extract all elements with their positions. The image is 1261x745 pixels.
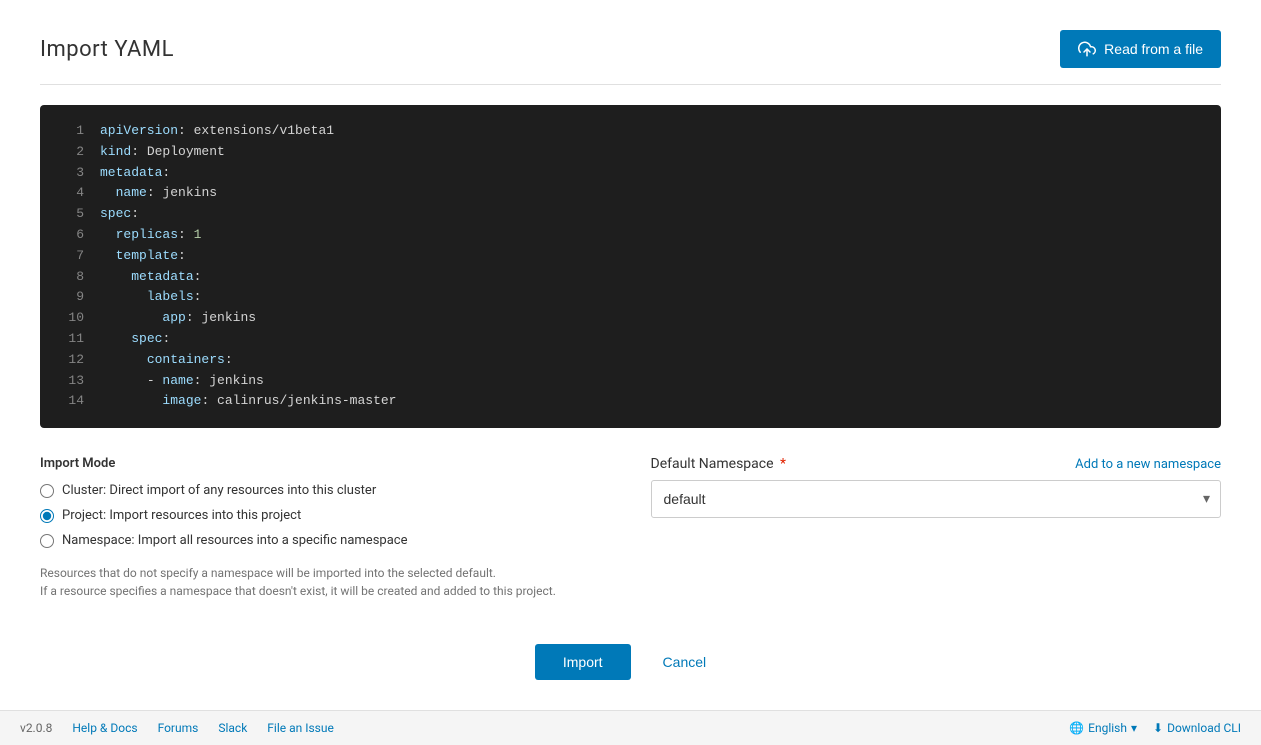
radio-option-project[interactable]: Project: Import resources into this proj… xyxy=(40,508,611,523)
line-number: 2 xyxy=(56,142,84,163)
namespace-section: Default Namespace * Add to a new namespa… xyxy=(651,456,1222,518)
line-number: 7 xyxy=(56,246,84,267)
main-content: Import YAML Read from a file 1 apiVersio… xyxy=(0,0,1261,710)
import-mode-radio-group: Cluster: Direct import of any resources … xyxy=(40,483,611,548)
line-number: 6 xyxy=(56,225,84,246)
code-line-3: 3 metadata: xyxy=(40,163,1221,184)
footer-link-issue[interactable]: File an Issue xyxy=(267,721,334,735)
code-line-2: 2 kind: Deployment xyxy=(40,142,1221,163)
radio-project[interactable] xyxy=(40,509,54,523)
footer-left: v2.0.8 Help & Docs Forums Slack File an … xyxy=(20,721,334,735)
code-line-7: 7 template: xyxy=(40,246,1221,267)
line-number: 12 xyxy=(56,350,84,371)
line-number: 10 xyxy=(56,308,84,329)
namespace-header: Default Namespace * Add to a new namespa… xyxy=(651,456,1222,472)
import-button[interactable]: Import xyxy=(535,644,631,680)
footer-link-slack[interactable]: Slack xyxy=(218,721,247,735)
radio-option-cluster[interactable]: Cluster: Direct import of any resources … xyxy=(40,483,611,498)
line-number: 13 xyxy=(56,371,84,392)
line-number: 3 xyxy=(56,163,84,184)
radio-cluster-label: Cluster: Direct import of any resources … xyxy=(62,483,376,498)
footer-link-forums[interactable]: Forums xyxy=(158,721,199,735)
radio-cluster[interactable] xyxy=(40,484,54,498)
code-line-1: 1 apiVersion: extensions/v1beta1 xyxy=(40,121,1221,142)
info-text: Resources that do not specify a namespac… xyxy=(40,564,611,600)
import-mode-label: Import Mode xyxy=(40,456,611,471)
radio-project-label: Project: Import resources into this proj… xyxy=(62,508,301,523)
import-options: Import Mode Cluster: Direct import of an… xyxy=(40,456,1221,600)
page-title: Import YAML xyxy=(40,37,174,62)
upload-icon xyxy=(1078,40,1096,58)
download-icon: ⬇ xyxy=(1153,721,1163,735)
code-line-4: 4 name: jenkins xyxy=(40,183,1221,204)
read-file-label: Read from a file xyxy=(1104,41,1203,57)
chevron-down-icon: ▾ xyxy=(1131,721,1137,735)
language-label: English xyxy=(1088,721,1127,735)
line-number: 5 xyxy=(56,204,84,225)
required-star: * xyxy=(780,456,786,472)
footer-version: v2.0.8 xyxy=(20,721,52,735)
page-wrapper: Import YAML Read from a file 1 apiVersio… xyxy=(0,0,1261,745)
code-line-13: 13 - name: jenkins xyxy=(40,371,1221,392)
line-number: 9 xyxy=(56,287,84,308)
code-line-12: 12 containers: xyxy=(40,350,1221,371)
footer-right: 🌐 English ▾ ⬇ Download CLI xyxy=(1069,721,1241,735)
read-from-file-button[interactable]: Read from a file xyxy=(1060,30,1221,68)
line-number: 4 xyxy=(56,183,84,204)
code-line-9: 9 labels: xyxy=(40,287,1221,308)
footer: v2.0.8 Help & Docs Forums Slack File an … xyxy=(0,710,1261,745)
line-number: 14 xyxy=(56,391,84,412)
namespace-select[interactable]: default xyxy=(652,481,1221,517)
language-selector[interactable]: 🌐 English ▾ xyxy=(1069,721,1137,735)
download-cli-link[interactable]: ⬇ Download CLI xyxy=(1153,721,1241,735)
import-mode-section: Import Mode Cluster: Direct import of an… xyxy=(40,456,611,600)
namespace-label: Default Namespace * xyxy=(651,456,787,472)
code-line-11: 11 spec: xyxy=(40,329,1221,350)
radio-namespace[interactable] xyxy=(40,534,54,548)
code-line-14: 14 image: calinrus/jenkins-master xyxy=(40,391,1221,412)
header-row: Import YAML Read from a file xyxy=(40,30,1221,85)
footer-link-help[interactable]: Help & Docs xyxy=(72,721,137,735)
radio-namespace-label: Namespace: Import all resources into a s… xyxy=(62,533,407,548)
code-line-5: 5 spec: xyxy=(40,204,1221,225)
line-number: 1 xyxy=(56,121,84,142)
download-label: Download CLI xyxy=(1167,721,1241,735)
radio-option-namespace[interactable]: Namespace: Import all resources into a s… xyxy=(40,533,611,548)
line-number: 8 xyxy=(56,267,84,288)
code-line-10: 10 app: jenkins xyxy=(40,308,1221,329)
line-number: 11 xyxy=(56,329,84,350)
code-editor: 1 apiVersion: extensions/v1beta1 2 kind:… xyxy=(40,105,1221,428)
globe-icon: 🌐 xyxy=(1069,721,1084,735)
code-line-6: 6 replicas: 1 xyxy=(40,225,1221,246)
add-namespace-link[interactable]: Add to a new namespace xyxy=(1075,457,1221,472)
action-buttons: Import Cancel xyxy=(40,636,1221,680)
cancel-button[interactable]: Cancel xyxy=(643,644,727,680)
namespace-select-wrapper: default ▾ xyxy=(651,480,1222,518)
code-line-8: 8 metadata: xyxy=(40,267,1221,288)
